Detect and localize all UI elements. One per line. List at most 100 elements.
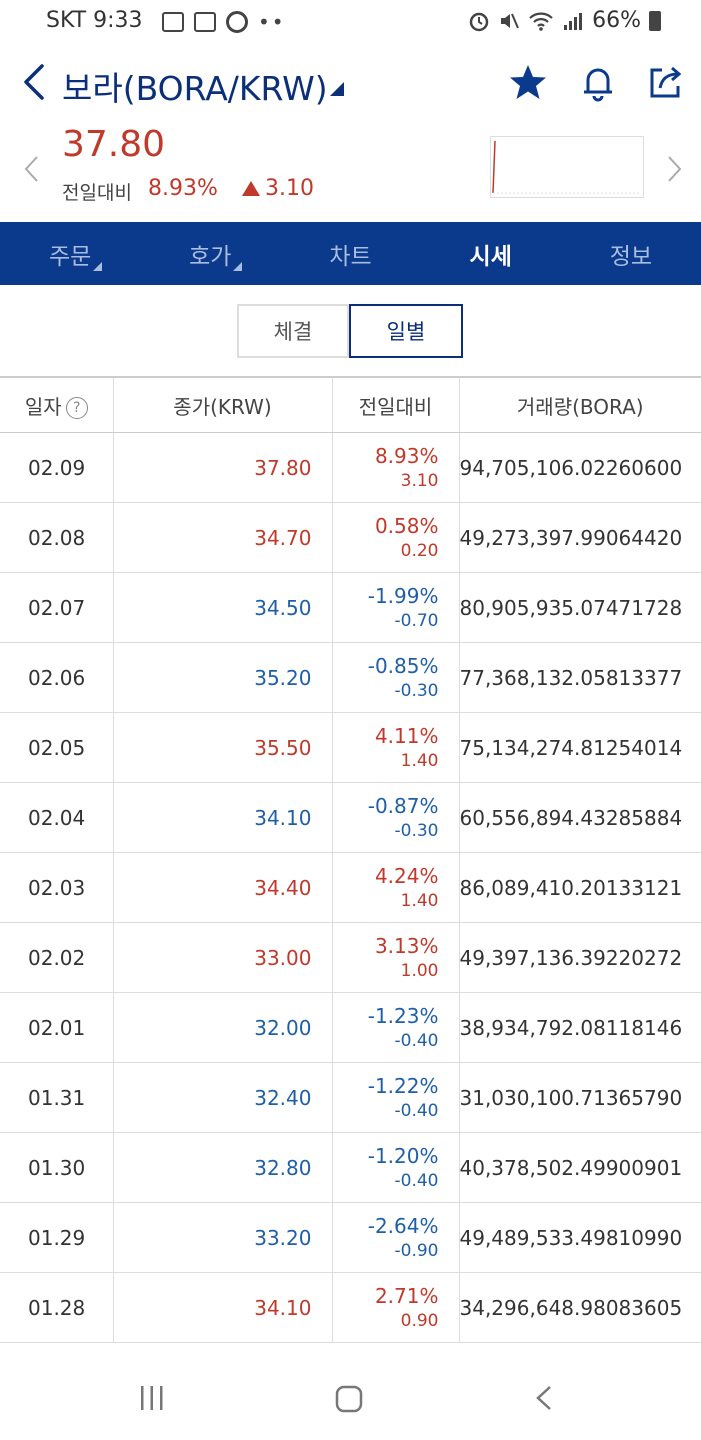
back-chevron-icon[interactable]	[20, 62, 50, 102]
row-change-percent: -2.64%	[367, 1213, 439, 1238]
row-change: -2.64% -0.90	[332, 1202, 460, 1273]
coin-title[interactable]: 보라(BORA/KRW)	[62, 62, 328, 110]
next-coin-chevron-icon[interactable]	[664, 154, 684, 184]
row-change: 4.11% 1.40	[332, 712, 460, 783]
row-change-amount: -0.90	[394, 1240, 439, 1261]
tab-dropdown-icon	[233, 262, 243, 271]
daily-price-table: 일자? 종가(KRW) 전일대비 거래량(BORA) 02.09 37.80 8.9…	[0, 376, 701, 1343]
row-change-percent: -1.99%	[367, 583, 439, 608]
col-date-header: 일자?	[0, 376, 114, 433]
row-close: 32.00	[113, 992, 333, 1063]
row-volume: 31,030,100.71365790	[459, 1062, 701, 1133]
table-header-row: 일자? 종가(KRW) 전일대비 거래량(BORA)	[0, 376, 701, 433]
table-row[interactable]: 01.28 34.10 2.71% 0.90 34,296,648.98083605	[0, 1272, 701, 1343]
row-close: 34.70	[113, 502, 333, 573]
row-change-amount: 0.20	[400, 540, 439, 561]
row-date: 02.09	[0, 432, 114, 503]
tab-info[interactable]: 정보	[561, 222, 701, 285]
row-date: 02.04	[0, 782, 114, 853]
row-change-percent: -1.20%	[367, 1143, 439, 1168]
row-date: 02.07	[0, 572, 114, 643]
tab-orderbook[interactable]: 호가	[140, 222, 280, 285]
row-close: 32.40	[113, 1062, 333, 1133]
row-close: 34.10	[113, 782, 333, 853]
gallery-icon	[162, 12, 184, 32]
tab-market-price[interactable]: 시세	[421, 222, 561, 285]
tab-dropdown-icon	[93, 262, 102, 271]
row-volume: 94,705,106.02260600	[459, 432, 701, 503]
main-tabs: 주문 호가 차트 시세 정보	[0, 222, 701, 285]
prev-coin-chevron-icon[interactable]	[22, 154, 42, 184]
compare-label: 전일대비	[62, 182, 132, 204]
table-row[interactable]: 01.29 33.20 -2.64% -0.90 49,489,533.49810990	[0, 1202, 701, 1273]
row-close: 33.00	[113, 922, 333, 993]
row-volume: 80,905,935.07471728	[459, 572, 701, 643]
table-row[interactable]: 02.06 35.20 -0.85% -0.30 77,368,132.05813377	[0, 642, 701, 713]
row-close: 34.50	[113, 572, 333, 643]
row-date: 02.03	[0, 852, 114, 923]
system-nav-bar	[0, 1358, 701, 1440]
table-row[interactable]: 02.07 34.50 -1.99% -0.70 80,905,935.07471728	[0, 572, 701, 643]
row-change: -1.23% -0.40	[332, 992, 460, 1063]
app-notification-icon	[194, 12, 216, 32]
tab-order[interactable]: 주문	[0, 222, 140, 285]
table-row[interactable]: 01.30 32.80 -1.20% -0.40 40,378,502.49900901	[0, 1132, 701, 1203]
row-change: 0.58% 0.20	[332, 502, 460, 573]
segment-daily[interactable]: 일별	[349, 304, 463, 358]
mini-chart[interactable]	[490, 136, 644, 198]
row-change-amount: 3.10	[400, 470, 439, 491]
mini-chart-line	[492, 140, 641, 194]
table-row[interactable]: 02.04 34.10 -0.87% -0.30 60,556,894.43285884	[0, 782, 701, 853]
row-volume: 77,368,132.05813377	[459, 642, 701, 713]
chrome-icon	[226, 11, 248, 33]
row-change: -1.99% -0.70	[332, 572, 460, 643]
row-change-percent: 4.24%	[374, 863, 439, 888]
app-header: 보라(BORA/KRW)	[0, 52, 701, 112]
row-volume: 49,273,397.99064420	[459, 502, 701, 573]
row-close: 35.20	[113, 642, 333, 713]
row-change-percent: 2.71%	[374, 1283, 439, 1308]
row-close: 35.50	[113, 712, 333, 783]
row-change: -0.85% -0.30	[332, 642, 460, 713]
row-date: 02.05	[0, 712, 114, 783]
status-time: SKT 9:33	[46, 8, 143, 33]
help-icon[interactable]: ?	[65, 397, 88, 419]
row-change-percent: 3.13%	[374, 933, 439, 958]
alarm-clock-icon	[469, 12, 489, 31]
share-icon[interactable]	[646, 62, 686, 102]
tab-chart[interactable]: 차트	[280, 222, 420, 285]
row-change-percent: -0.85%	[367, 653, 439, 678]
star-icon[interactable]	[508, 62, 548, 102]
table-row[interactable]: 02.09 37.80 8.93% 3.10 94,705,106.02260600	[0, 432, 701, 503]
row-volume: 38,934,792.08118146	[459, 992, 701, 1063]
row-change: -0.87% -0.30	[332, 782, 460, 853]
row-close: 37.80	[113, 432, 333, 503]
table-body: 02.09 37.80 8.93% 3.10 94,705,106.02260600 02…	[0, 432, 701, 1343]
row-change-amount: 1.00	[400, 960, 439, 981]
table-row[interactable]: 02.05 35.50 4.11% 1.40 75,134,274.81254014	[0, 712, 701, 783]
row-date: 02.06	[0, 642, 114, 713]
segment-trades[interactable]: 체결	[237, 304, 349, 358]
bell-icon[interactable]	[578, 62, 618, 102]
row-change-amount: -0.40	[394, 1100, 439, 1121]
battery-percent: 66%	[592, 8, 641, 33]
home-icon[interactable]	[334, 1384, 364, 1414]
current-price: 37.80	[62, 124, 166, 165]
row-change-amount: -0.40	[394, 1030, 439, 1051]
row-change: -1.22% -0.40	[332, 1062, 460, 1133]
row-date: 01.31	[0, 1062, 114, 1133]
row-change-amount: 0.90	[400, 1310, 439, 1331]
table-row[interactable]: 01.31 32.40 -1.22% -0.40 31,030,100.71365790	[0, 1062, 701, 1133]
row-volume: 49,489,533.49810990	[459, 1202, 701, 1273]
coin-select-dropdown-icon[interactable]	[330, 82, 344, 96]
table-row[interactable]: 02.02 33.00 3.13% 1.00 49,397,136.39220272	[0, 922, 701, 993]
row-change-amount: -0.30	[394, 680, 439, 701]
row-change-percent: -1.22%	[367, 1073, 439, 1098]
signal-icon	[564, 12, 583, 30]
table-row[interactable]: 02.03 34.40 4.24% 1.40 86,089,410.20133121	[0, 852, 701, 923]
status-bar: SKT 9:33 •• 66%	[0, 0, 701, 46]
recent-apps-icon[interactable]	[138, 1384, 166, 1412]
table-row[interactable]: 02.01 32.00 -1.23% -0.40 38,934,792.08118146	[0, 992, 701, 1063]
table-row[interactable]: 02.08 34.70 0.58% 0.20 49,273,397.99064420	[0, 502, 701, 573]
system-back-icon[interactable]	[534, 1384, 554, 1412]
